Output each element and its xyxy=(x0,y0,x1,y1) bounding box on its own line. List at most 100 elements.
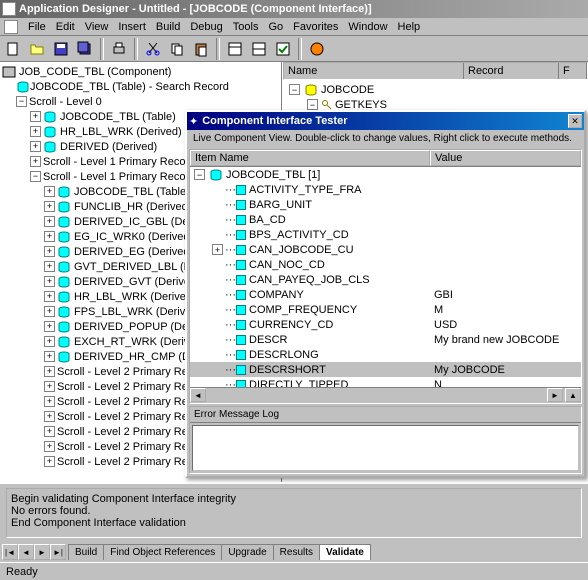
row-value[interactable]: GBI xyxy=(430,289,581,301)
menu-go[interactable]: Go xyxy=(268,21,283,33)
tab-upgrade[interactable]: Upgrade xyxy=(221,544,273,560)
menu-tools[interactable]: Tools xyxy=(233,21,259,33)
output-box[interactable]: Begin validating Component Interface int… xyxy=(6,488,582,538)
expand-icon[interactable]: + xyxy=(44,261,55,272)
save-button[interactable] xyxy=(50,38,72,60)
expand-icon[interactable]: + xyxy=(44,306,55,317)
menu-favorites[interactable]: Favorites xyxy=(293,21,338,33)
grid-row[interactable]: ···CAN_PAYEQ_JOB_CLS xyxy=(190,272,581,287)
expand-icon[interactable]: + xyxy=(44,396,55,407)
build-button[interactable] xyxy=(248,38,270,60)
run-button[interactable] xyxy=(306,38,328,60)
expand-icon[interactable]: + xyxy=(44,411,55,422)
row-value[interactable]: USD xyxy=(430,319,581,331)
tree-search-record[interactable]: JOBCODE_TBL (Table) - Search Record xyxy=(2,79,279,94)
grid-row[interactable]: ···COMPANYGBI xyxy=(190,287,581,302)
menu-window[interactable]: Window xyxy=(348,21,387,33)
close-button[interactable]: ✕ xyxy=(568,114,582,128)
properties-button[interactable] xyxy=(224,38,246,60)
expand-icon[interactable]: + xyxy=(30,156,41,167)
expand-icon[interactable]: + xyxy=(44,246,55,257)
copy-button[interactable] xyxy=(166,38,188,60)
cut-button[interactable] xyxy=(142,38,164,60)
col-itemname[interactable]: Item Name xyxy=(190,150,430,166)
expand-icon[interactable]: + xyxy=(30,141,41,152)
grid-row[interactable]: ···CAN_NOC_CD xyxy=(190,257,581,272)
dialog-titlebar[interactable]: ✦ Component Interface Tester ✕ xyxy=(187,112,584,130)
scroll-right-button[interactable]: ► xyxy=(547,388,563,402)
grid-row[interactable]: ···DESCRSHORTMy JOBCODE xyxy=(190,362,581,377)
menu-build[interactable]: Build xyxy=(156,21,180,33)
tab-next-button[interactable]: ► xyxy=(34,544,50,560)
expand-icon[interactable]: + xyxy=(212,244,223,255)
grid-row[interactable]: ···BPS_ACTIVITY_CD xyxy=(190,227,581,242)
expand-icon[interactable]: + xyxy=(44,291,55,302)
col-record[interactable]: Record xyxy=(464,63,559,79)
col-value[interactable]: Value xyxy=(430,150,581,166)
grid-row[interactable]: ···BARG_UNIT xyxy=(190,197,581,212)
grid-row[interactable]: ···DIRECTLY_TIPPEDN xyxy=(190,377,581,387)
expand-icon[interactable]: + xyxy=(44,276,55,287)
new-button[interactable] xyxy=(2,38,24,60)
expand-icon[interactable]: + xyxy=(44,441,55,452)
collapse-icon[interactable]: − xyxy=(30,171,41,182)
expand-icon[interactable]: + xyxy=(30,126,41,137)
validate-button[interactable] xyxy=(272,38,294,60)
col-name[interactable]: Name xyxy=(284,63,464,79)
expand-icon[interactable]: + xyxy=(44,426,55,437)
menu-help[interactable]: Help xyxy=(398,21,421,33)
collapse-icon[interactable]: − xyxy=(307,99,318,110)
open-button[interactable] xyxy=(26,38,48,60)
tab-results[interactable]: Results xyxy=(273,544,320,560)
grid-row[interactable]: ···CURRENCY_CDUSD xyxy=(190,317,581,332)
ci-tester-dialog[interactable]: ✦ Component Interface Tester ✕ Live Comp… xyxy=(185,110,586,478)
expand-icon[interactable]: + xyxy=(44,321,55,332)
saveall-button[interactable] xyxy=(74,38,96,60)
hscrollbar[interactable]: ◄ ► ▲ xyxy=(190,387,581,403)
grid-row[interactable]: ···DESCRLONG xyxy=(190,347,581,362)
menu-edit[interactable]: Edit xyxy=(56,21,75,33)
tab-build[interactable]: Build xyxy=(68,544,104,560)
collapse-icon[interactable]: − xyxy=(289,84,300,95)
menu-view[interactable]: View xyxy=(85,21,109,33)
tab-validate[interactable]: Validate xyxy=(319,544,371,560)
grid-row[interactable]: ···COMP_FREQUENCYM xyxy=(190,302,581,317)
row-value[interactable]: My JOBCODE xyxy=(430,364,581,376)
tab-prev-button[interactable]: ◄ xyxy=(18,544,34,560)
error-log-body[interactable] xyxy=(192,425,579,471)
scroll-up-button[interactable]: ▲ xyxy=(565,388,581,402)
expand-icon[interactable]: + xyxy=(44,186,55,197)
menu-insert[interactable]: Insert xyxy=(118,21,146,33)
expand-icon[interactable]: + xyxy=(44,381,55,392)
expand-icon[interactable]: + xyxy=(44,336,55,347)
row-value[interactable]: M xyxy=(430,304,581,316)
expand-icon[interactable]: + xyxy=(44,366,55,377)
grid-row[interactable]: +···CAN_JOBCODE_CU xyxy=(190,242,581,257)
grid-row[interactable]: ···BA_CD xyxy=(190,212,581,227)
expand-icon[interactable]: + xyxy=(44,456,55,467)
expand-icon[interactable]: + xyxy=(44,216,55,227)
collapse-icon[interactable]: − xyxy=(16,96,27,107)
tab-find[interactable]: Find Object References xyxy=(103,544,222,560)
grid-root[interactable]: − JOBCODE_TBL [1] xyxy=(190,167,581,182)
tree-scroll-0[interactable]: − Scroll - Level 0 xyxy=(2,94,279,109)
expand-icon[interactable]: + xyxy=(44,231,55,242)
scroll-left-button[interactable]: ◄ xyxy=(190,388,206,402)
row-value[interactable]: My brand new JOBCODE xyxy=(430,334,581,346)
expand-icon[interactable]: + xyxy=(30,111,41,122)
print-button[interactable] xyxy=(108,38,130,60)
grid-row[interactable]: ···DESCRMy brand new JOBCODE xyxy=(190,332,581,347)
row-value[interactable]: N xyxy=(430,379,581,388)
tab-first-button[interactable]: |◄ xyxy=(2,544,18,560)
tab-last-button[interactable]: ►| xyxy=(50,544,66,560)
menu-debug[interactable]: Debug xyxy=(190,21,222,33)
collapse-icon[interactable]: − xyxy=(194,169,205,180)
menu-file[interactable]: File xyxy=(28,21,46,33)
expand-icon[interactable]: + xyxy=(44,351,55,362)
tree-root[interactable]: JOB_CODE_TBL (Component) xyxy=(2,64,279,79)
grid-row[interactable]: ···ACTIVITY_TYPE_FRA xyxy=(190,182,581,197)
ci-root[interactable]: − JOBCODE xyxy=(285,82,586,97)
grid-body[interactable]: − JOBCODE_TBL [1] ···ACTIVITY_TYPE_FRA··… xyxy=(190,167,581,387)
scroll-track[interactable] xyxy=(206,388,547,403)
expand-icon[interactable]: + xyxy=(44,201,55,212)
